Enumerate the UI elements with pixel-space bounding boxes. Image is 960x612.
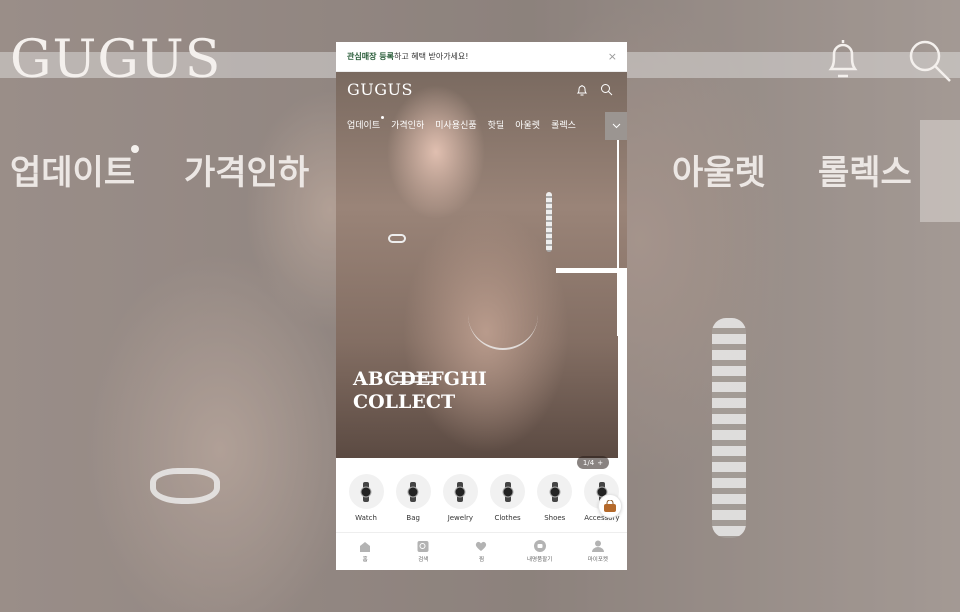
hero-title-line1: ABCDEFGHI bbox=[353, 368, 487, 390]
home-icon bbox=[360, 541, 371, 552]
pager-next-icon: + bbox=[597, 458, 604, 467]
watch-icon bbox=[454, 481, 466, 502]
background-ring bbox=[150, 468, 220, 504]
tab-wishlist[interactable]: 찜 bbox=[454, 533, 509, 570]
category-label: Clothes bbox=[494, 514, 521, 522]
tab-home[interactable]: 홈 bbox=[338, 533, 393, 570]
heart-icon bbox=[476, 541, 487, 551]
background-nav-update: 업데이트 bbox=[10, 153, 136, 193]
hero-frame-line bbox=[344, 136, 619, 336]
category-bag[interactable]: Bag bbox=[394, 474, 432, 522]
nav-item-update[interactable]: 업데이트 bbox=[347, 115, 385, 131]
category-label: Watch bbox=[355, 514, 377, 522]
background-nav-outlet: 아울렛 bbox=[672, 153, 766, 193]
nav-item-outlet[interactable]: 아울렛 bbox=[515, 118, 540, 131]
watch-icon bbox=[549, 481, 561, 502]
hero-pager[interactable]: 1/4 + bbox=[577, 456, 609, 469]
nav-item-price-down[interactable]: 가격인하 bbox=[391, 118, 424, 131]
tab-label: 찜 bbox=[478, 556, 484, 563]
new-dot bbox=[381, 115, 385, 119]
hero-frame-edge bbox=[618, 273, 627, 458]
chevron-down-icon bbox=[612, 123, 620, 129]
hero-frame-notch bbox=[556, 268, 627, 273]
hero-subtitle: 구구스가 선택한 주얼리 bbox=[353, 459, 432, 468]
hero-title-line2: COLLECT bbox=[353, 391, 456, 413]
promo-banner[interactable]: 관심매장 등록 하고 혜택 받아가세요! × bbox=[336, 42, 627, 72]
background-nav-rolex: 롤렉스 bbox=[818, 153, 912, 193]
watch-icon bbox=[407, 481, 419, 502]
bell-icon[interactable] bbox=[576, 84, 588, 97]
tab-search[interactable]: 검색 bbox=[396, 533, 451, 570]
promo-highlight: 관심매장 등록 bbox=[347, 52, 394, 61]
hero-banner[interactable]: GUGUS 업데이트 가격인하 미사용신품 핫딜 아울렛 롤렉스 ABCDEFG… bbox=[336, 72, 627, 469]
floating-bag-button[interactable] bbox=[598, 494, 622, 518]
category-watch[interactable]: Watch bbox=[347, 474, 385, 522]
nav-more-button[interactable] bbox=[605, 112, 627, 140]
category-label: Jewelry bbox=[447, 514, 474, 522]
nav-item-unused[interactable]: 미사용신품 bbox=[435, 118, 476, 131]
nav-item-hotdeal[interactable]: 핫딜 bbox=[488, 118, 505, 131]
category-label: Shoes bbox=[544, 514, 566, 522]
category-label: Bag bbox=[406, 514, 420, 522]
background-search-icon bbox=[909, 40, 951, 82]
app-header: GUGUS bbox=[336, 72, 627, 106]
background-nav-dot bbox=[131, 145, 139, 153]
background-chevron-box bbox=[920, 120, 960, 222]
background-nav-price-down: 가격인하 bbox=[184, 153, 310, 193]
watch-icon bbox=[502, 481, 514, 502]
person-icon bbox=[591, 540, 604, 552]
tab-label: 검색 bbox=[418, 556, 429, 563]
hero-title: ABCDEFGHI COLLECT bbox=[353, 368, 487, 414]
tab-label: 홈 bbox=[362, 556, 368, 563]
bag-icon bbox=[604, 500, 616, 512]
close-icon[interactable]: × bbox=[608, 50, 617, 63]
tab-label: 내명품팔기 bbox=[527, 557, 553, 563]
background-bell-icon bbox=[828, 40, 858, 78]
watch-icon bbox=[360, 481, 372, 502]
tab-label: 마이포켓 bbox=[587, 557, 608, 563]
background-earring bbox=[712, 318, 746, 538]
category-shoes[interactable]: Shoes bbox=[536, 474, 574, 522]
pager-count: 1/4 bbox=[582, 458, 595, 467]
tab-my-pocket[interactable]: 마이포켓 bbox=[570, 533, 625, 570]
gugus-logo[interactable]: GUGUS bbox=[347, 80, 413, 99]
bottom-tab-bar: 홈 검색 찜 내명품팔기 마이포켓 bbox=[336, 532, 627, 570]
search-icon bbox=[417, 540, 429, 552]
mobile-app-frame: 관심매장 등록 하고 혜택 받아가세요! × GUGUS 업데이트 가격인하 미… bbox=[336, 42, 627, 570]
category-jewelry[interactable]: Jewelry bbox=[441, 474, 479, 522]
promo-text: 하고 혜택 받아가세요! bbox=[393, 52, 469, 61]
background-logo: GUGUS bbox=[10, 30, 222, 90]
tab-sell[interactable]: 내명품팔기 bbox=[512, 533, 567, 570]
nav-item-rolex[interactable]: 롤렉스 bbox=[551, 118, 576, 131]
search-icon[interactable] bbox=[600, 83, 613, 96]
category-clothes[interactable]: Clothes bbox=[489, 474, 527, 522]
category-nav: 업데이트 가격인하 미사용신품 핫딜 아울렛 롤렉스 bbox=[336, 112, 627, 140]
sell-icon bbox=[533, 540, 546, 552]
